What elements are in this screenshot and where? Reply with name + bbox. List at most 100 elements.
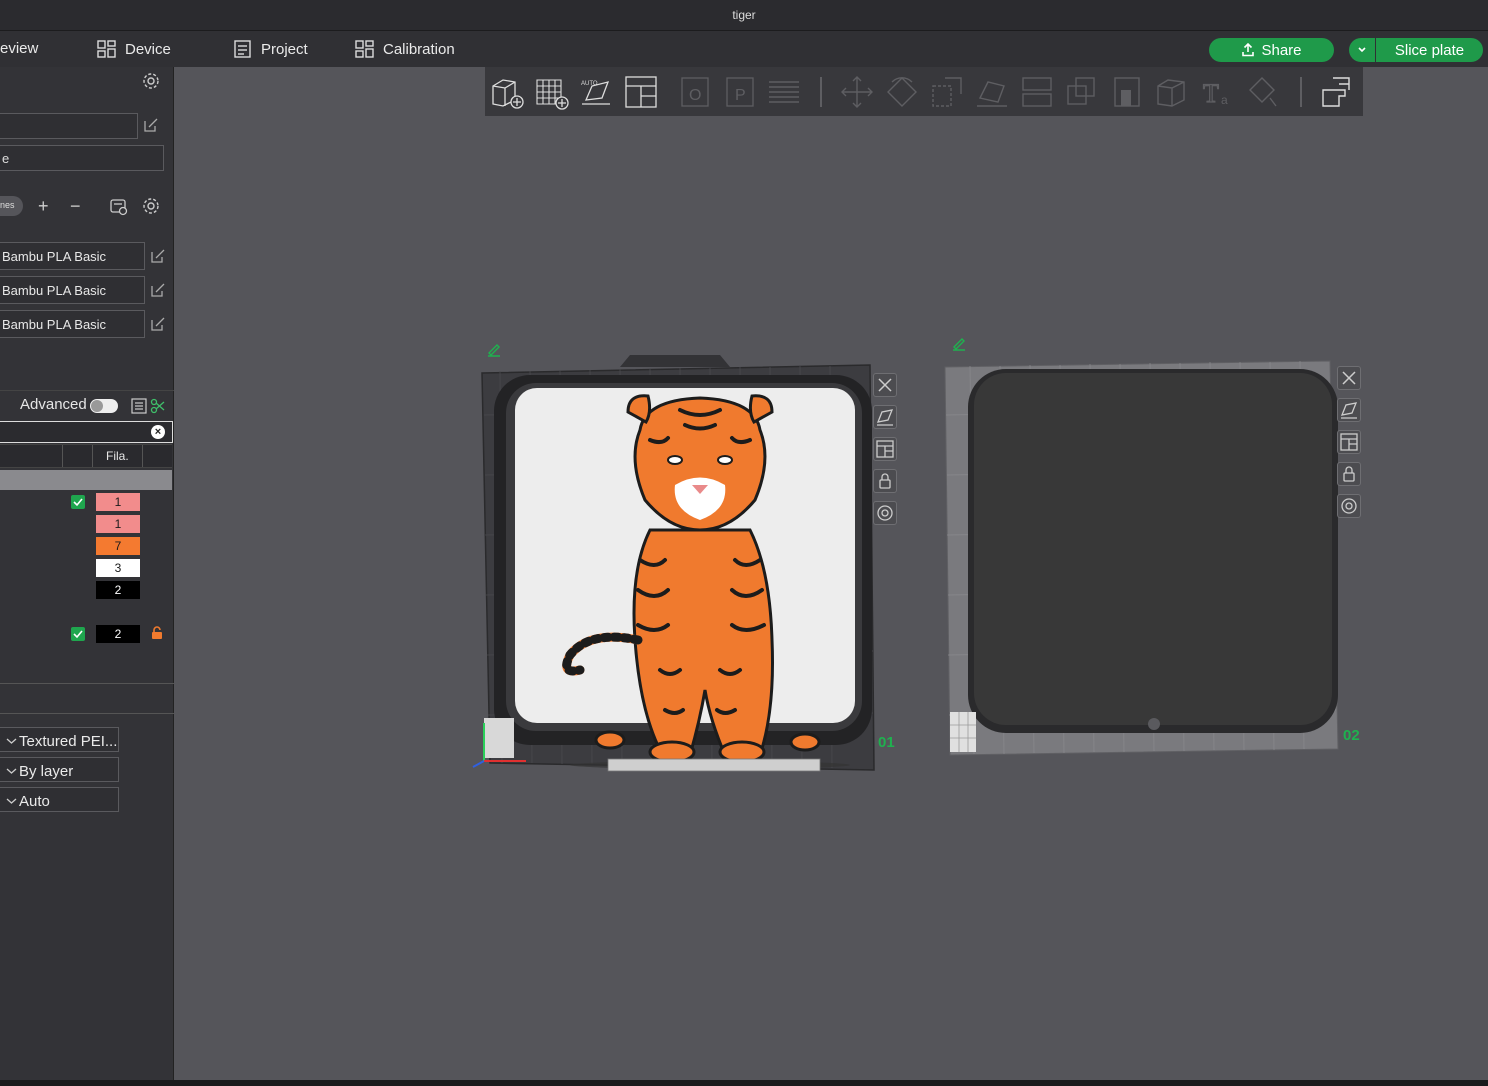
remove-plate-2-button[interactable]: [1337, 366, 1361, 390]
split-objects-icon[interactable]: O: [678, 74, 714, 110]
title-bar: tiger: [0, 0, 1488, 31]
orient-icon: [1340, 402, 1358, 419]
tab-preview[interactable]: eview: [0, 40, 38, 57]
print-sequence-dropdown[interactable]: By layer: [0, 757, 119, 782]
chevron-down-icon: [6, 768, 17, 774]
edit-printer-icon[interactable]: [143, 117, 159, 133]
slice-dropdown-button[interactable]: [1349, 38, 1375, 62]
move-icon[interactable]: [839, 74, 875, 110]
auto-value: Auto: [19, 792, 50, 810]
lock-icon[interactable]: [151, 626, 163, 640]
add-object-icon[interactable]: [489, 74, 525, 110]
upload-icon: [1242, 43, 1255, 57]
split-parts-icon[interactable]: P: [723, 74, 759, 110]
fila-chip-3[interactable]: 7: [96, 537, 140, 555]
toggle-knob: [91, 400, 103, 412]
plate-2[interactable]: [940, 355, 1340, 765]
arrange-plate-1-button[interactable]: [873, 437, 897, 461]
close-icon: [1342, 371, 1356, 385]
plate-type-dropdown[interactable]: Textured PEI...: [0, 727, 119, 752]
fila-column-header: Fila.: [106, 449, 129, 463]
add-filament-button[interactable]: +: [38, 197, 49, 215]
filament-row-1[interactable]: Bambu PLA Basic: [0, 242, 145, 270]
add-plate-icon[interactable]: [533, 74, 569, 110]
edit-filament-1-icon[interactable]: [150, 248, 166, 264]
lock-plate-2-button[interactable]: [1337, 462, 1361, 486]
lay-on-face-icon[interactable]: [974, 74, 1010, 110]
arrange-plate-2-button[interactable]: [1337, 430, 1361, 454]
arrange-icon: [1340, 433, 1358, 451]
auto-orient-icon[interactable]: AUTO: [578, 74, 614, 110]
rotate-icon[interactable]: [884, 74, 920, 110]
orient-icon: [876, 409, 894, 426]
filament-color-icon[interactable]: [150, 398, 166, 414]
edit-plate-2-icon[interactable]: [951, 335, 967, 351]
edit-plate-1-icon[interactable]: [486, 341, 502, 357]
lock-plate-1-button[interactable]: [873, 469, 897, 493]
seam-paint-icon[interactable]: [1154, 74, 1190, 110]
list-view-icon[interactable]: [131, 398, 147, 414]
filament-row-2[interactable]: Bambu PLA Basic: [0, 276, 145, 304]
fila-chip-1[interactable]: 1: [96, 493, 140, 511]
svg-text:T: T: [1203, 79, 1219, 108]
svg-text:a: a: [1221, 93, 1228, 107]
gear-icon: [1341, 498, 1357, 514]
menu-bar: eview Device Project Calibration Share S…: [0, 31, 1488, 67]
tab-project[interactable]: Project: [233, 40, 308, 58]
fila-chip-2[interactable]: 1: [96, 515, 140, 533]
color-paint-icon[interactable]: [1244, 74, 1280, 110]
object-checkbox-1[interactable]: [71, 495, 85, 509]
print-sequence-value: By layer: [19, 762, 74, 780]
column-divider: [92, 445, 93, 467]
orient-plate-1-button[interactable]: [873, 405, 897, 429]
clear-search-icon[interactable]: ×: [151, 425, 165, 439]
filament-sync-icon[interactable]: [109, 198, 129, 216]
edit-filament-3-icon[interactable]: [150, 316, 166, 332]
boolean-icon[interactable]: [1064, 74, 1100, 110]
layers-icon[interactable]: [766, 74, 802, 110]
object-checkbox-2[interactable]: [71, 627, 85, 641]
fila-chip-5[interactable]: 2: [96, 581, 140, 599]
filament-row-1-label: Bambu PLA Basic: [2, 249, 107, 264]
printer-select[interactable]: [0, 113, 138, 139]
close-icon: [878, 378, 892, 392]
fila-chip-6[interactable]: 2: [96, 625, 140, 643]
arrange-icon[interactable]: [623, 74, 659, 110]
filament-row-3[interactable]: Bambu PLA Basic: [0, 310, 145, 338]
lock-icon: [879, 473, 891, 489]
remove-filament-button[interactable]: −: [70, 197, 81, 215]
device-icon: [97, 40, 116, 58]
printer-settings-gear-icon[interactable]: [142, 72, 160, 90]
support-paint-icon[interactable]: [1109, 74, 1145, 110]
scale-icon[interactable]: [929, 74, 965, 110]
share-label: Share: [1261, 41, 1302, 59]
tab-calibration[interactable]: Calibration: [355, 40, 455, 58]
auto-dropdown[interactable]: Auto: [0, 787, 119, 812]
plate-1[interactable]: [470, 335, 910, 775]
fila-chip-4[interactable]: 3: [96, 559, 140, 577]
cut-icon[interactable]: [1019, 74, 1055, 110]
remove-plate-1-button[interactable]: [873, 373, 897, 397]
share-button[interactable]: Share: [1209, 38, 1334, 62]
plate-type-field[interactable]: e: [0, 145, 164, 171]
selected-object-row[interactable]: [0, 470, 172, 490]
svg-text:O: O: [689, 87, 701, 104]
settings-plate-2-button[interactable]: [1337, 494, 1361, 518]
filament-tab-pill[interactable]: nes: [0, 196, 23, 216]
text-icon[interactable]: Ta: [1199, 74, 1235, 110]
object-search-input[interactable]: ×: [0, 421, 173, 443]
tab-device[interactable]: Device: [97, 40, 171, 58]
assembly-view-icon[interactable]: [1319, 74, 1355, 110]
edit-filament-2-icon[interactable]: [150, 282, 166, 298]
divider: [0, 713, 174, 714]
toolbar-separator: [1300, 77, 1302, 107]
filament-settings-gear-icon[interactable]: [142, 197, 160, 215]
settings-plate-1-button[interactable]: [873, 501, 897, 525]
slice-plate-button[interactable]: Slice plate: [1376, 38, 1483, 62]
calibration-icon: [355, 40, 374, 58]
advanced-toggle[interactable]: [90, 399, 118, 413]
filament-row-3-label: Bambu PLA Basic: [2, 317, 107, 332]
checkmark-icon: [73, 498, 83, 507]
object-table-header: Fila.: [0, 444, 172, 468]
orient-plate-2-button[interactable]: [1337, 398, 1361, 422]
